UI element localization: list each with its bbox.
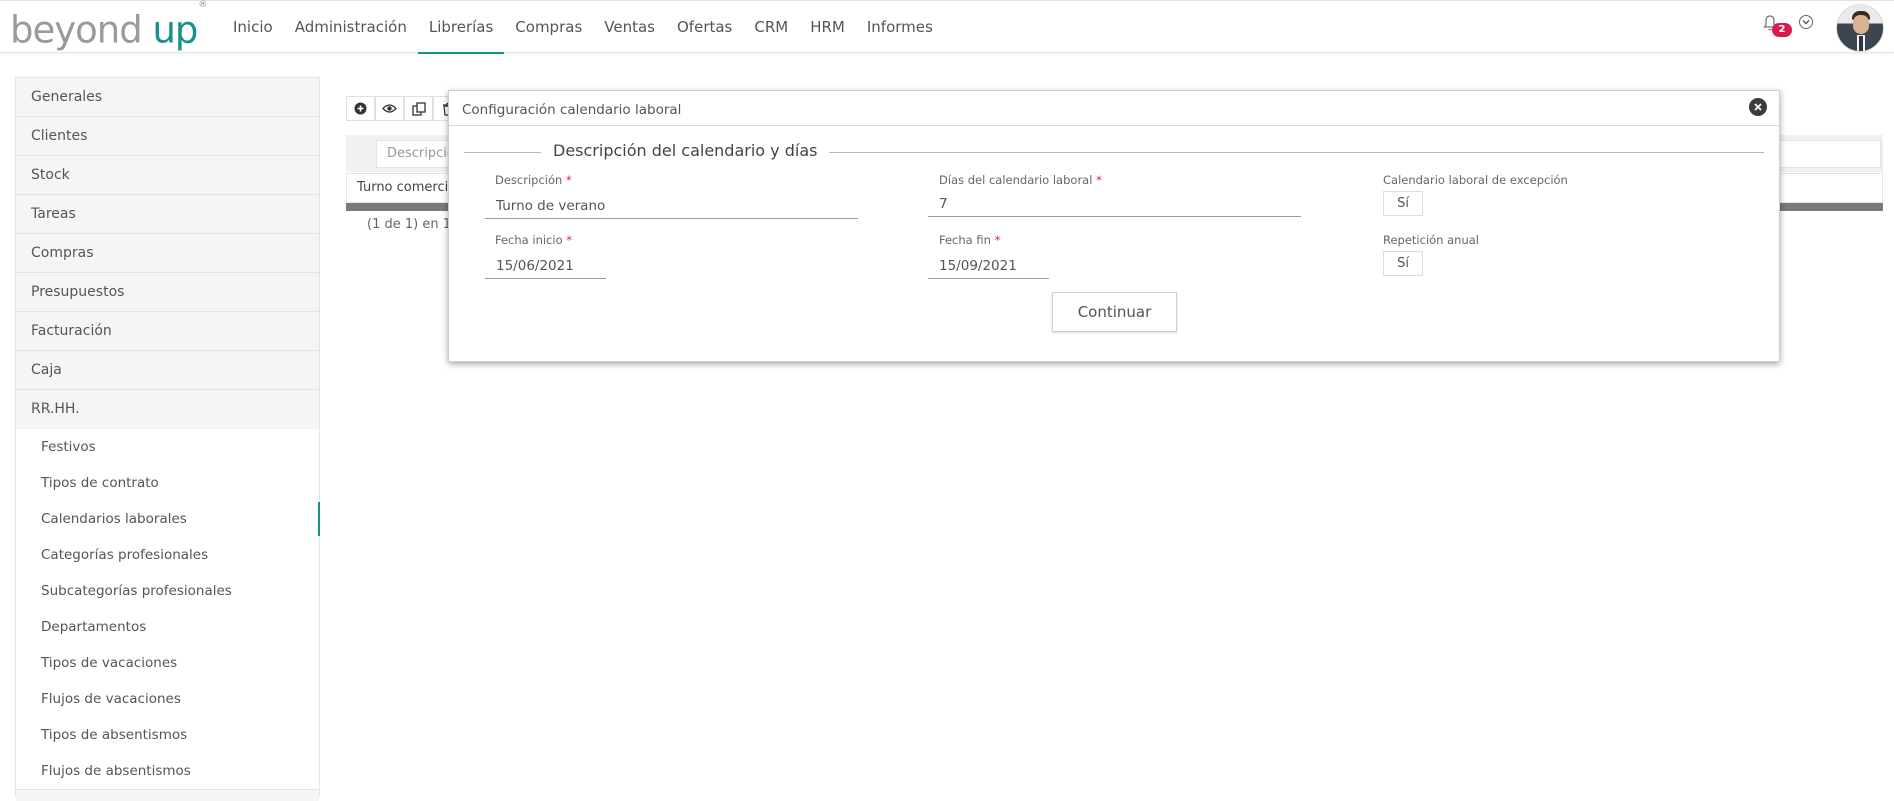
nav-ventas[interactable]: Ventas xyxy=(593,1,666,53)
user-avatar[interactable] xyxy=(1836,4,1884,52)
fecha-fin-field[interactable]: 15/09/2021 xyxy=(928,254,1049,279)
sidebar-cat-tareas[interactable]: Tareas xyxy=(16,195,319,234)
beyond-up-logo[interactable]: beyond up® xyxy=(10,0,207,52)
descripcion-label: Descripción * xyxy=(495,173,572,187)
sidebar-next-category[interactable] xyxy=(16,789,319,801)
sidebar-cat-stock[interactable]: Stock xyxy=(16,156,319,195)
plus-circle-icon xyxy=(354,102,367,115)
logo-word-beyond: beyond xyxy=(10,8,153,52)
eye-icon xyxy=(382,104,397,113)
dialog-title: Configuración calendario laboral xyxy=(462,102,682,118)
fieldset-legend: Descripción del calendario y días xyxy=(541,141,830,160)
fecha-inicio-field[interactable]: 15/06/2021 xyxy=(485,254,606,279)
add-button[interactable] xyxy=(346,96,375,121)
main-nav: Inicio Administración Librerías Compras … xyxy=(222,1,944,54)
excepcion-label: Calendario laboral de excepción xyxy=(1383,173,1568,187)
sidebar-item-subcategorias-profesionales[interactable]: Subcategorías profesionales xyxy=(16,573,319,609)
sidebar-item-categorias-profesionales[interactable]: Categorías profesionales xyxy=(16,537,319,573)
notification-badge: 2 xyxy=(1772,23,1792,37)
grid-toolbar xyxy=(346,96,462,121)
fieldset-line-right xyxy=(789,152,1764,153)
sidebar-item-flujos-absentismos[interactable]: Flujos de absentismos xyxy=(16,753,319,789)
nav-informes[interactable]: Informes xyxy=(856,1,944,53)
nav-administracion[interactable]: Administración xyxy=(284,1,418,53)
sidebar-cat-compras[interactable]: Compras xyxy=(16,234,319,273)
nav-librerias[interactable]: Librerías xyxy=(417,1,505,54)
sidebar-item-calendarios-laborales[interactable]: Calendarios laborales xyxy=(16,501,320,537)
copy-icon xyxy=(411,101,426,116)
nav-inicio[interactable]: Inicio xyxy=(222,1,284,53)
sidebar-cat-generales[interactable]: Generales xyxy=(16,78,319,117)
close-icon[interactable] xyxy=(1749,98,1767,116)
nav-crm[interactable]: CRM xyxy=(743,1,799,53)
sidebar-cat-caja[interactable]: Caja xyxy=(16,351,319,390)
logo-registered-mark: ® xyxy=(198,0,207,10)
continue-button[interactable]: Continuar xyxy=(1052,292,1177,332)
sidebar-cat-rrhh[interactable]: RR.HH. xyxy=(16,390,319,429)
copy-button[interactable] xyxy=(404,96,433,121)
nav-compras[interactable]: Compras xyxy=(504,1,593,53)
fieldset-line-left xyxy=(464,152,544,153)
sidebar-item-tipos-contrato[interactable]: Tipos de contrato xyxy=(16,465,319,501)
view-button[interactable] xyxy=(375,96,404,121)
sidebar-item-departamentos[interactable]: Departamentos xyxy=(16,609,319,645)
excepcion-toggle[interactable]: Sí xyxy=(1383,191,1423,216)
sidebar: Generales Clientes Stock Tareas Compras … xyxy=(15,77,320,801)
sidebar-item-tipos-vacaciones[interactable]: Tipos de vacaciones xyxy=(16,645,319,681)
nav-ofertas[interactable]: Ofertas xyxy=(666,1,743,53)
repeticion-toggle[interactable]: Sí xyxy=(1383,251,1423,276)
sidebar-cat-presupuestos[interactable]: Presupuestos xyxy=(16,273,319,312)
repeticion-label: Repetición anual xyxy=(1383,233,1479,247)
dias-field[interactable]: 7 xyxy=(928,192,1301,217)
sidebar-cat-clientes[interactable]: Clientes xyxy=(16,117,319,156)
logo-word-up: up xyxy=(152,8,198,52)
top-bar: beyond up® Inicio Administración Librerí… xyxy=(0,0,1894,54)
sidebar-item-tipos-absentismos[interactable]: Tipos de absentismos xyxy=(16,717,319,753)
descripcion-field[interactable]: Turno de verano xyxy=(485,194,858,219)
sidebar-cat-facturacion[interactable]: Facturación xyxy=(16,312,319,351)
sidebar-item-flujos-vacaciones[interactable]: Flujos de vacaciones xyxy=(16,681,319,717)
fecha-fin-label: Fecha fin * xyxy=(939,233,1001,247)
nav-hrm[interactable]: HRM xyxy=(799,1,856,53)
dialog-header-divider xyxy=(449,125,1779,126)
chevron-down-circle-icon[interactable] xyxy=(1799,15,1813,29)
calendar-config-dialog: Configuración calendario laboral Descrip… xyxy=(448,90,1780,362)
fecha-inicio-label: Fecha inicio * xyxy=(495,233,573,247)
dias-label: Días del calendario laboral * xyxy=(939,173,1102,187)
sidebar-item-festivos[interactable]: Festivos xyxy=(16,429,319,465)
